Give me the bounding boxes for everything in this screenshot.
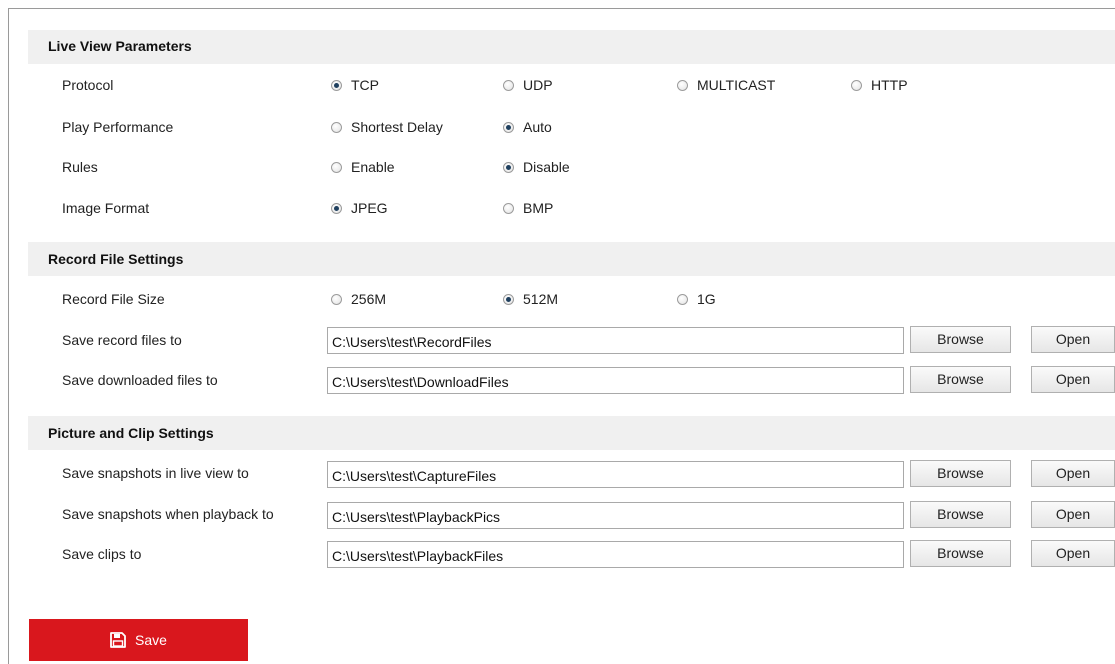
snapshot-playback-path-browse-button[interactable]: Browse (910, 501, 1011, 528)
download-path-open-button[interactable]: Open (1031, 366, 1115, 393)
rules-option-disable[interactable]: Disable (503, 159, 570, 175)
radio-checked-icon[interactable] (331, 79, 342, 91)
record-path-label: Save record files to (62, 332, 182, 348)
image-format-option-jpeg[interactable]: JPEG (331, 200, 388, 216)
image-format-label: Image Format (62, 200, 150, 216)
snapshot-playback-path-input[interactable] (327, 502, 904, 529)
floppy-disk-icon (110, 632, 126, 648)
record-file-size-label: Record File Size (62, 291, 165, 307)
clips-path-browse-button[interactable]: Browse (910, 540, 1011, 567)
radio-unchecked-icon[interactable] (331, 293, 342, 305)
radio-unchecked-icon[interactable] (677, 79, 688, 91)
clips-path-open-button[interactable]: Open (1031, 540, 1115, 567)
record-file-size-option-512m[interactable]: 512M (503, 291, 558, 307)
play-performance-label: Play Performance (62, 119, 174, 135)
rules-label: Rules (62, 159, 98, 175)
record-path-open-button[interactable]: Open (1031, 326, 1115, 353)
protocol-option-tcp[interactable]: TCP (331, 77, 379, 93)
snapshot-playback-path-label: Save snapshots when playback to (62, 506, 274, 522)
section-title-picture-clip: Picture and Clip Settings (48, 425, 214, 441)
save-button[interactable]: Save (29, 619, 248, 661)
save-button-label: Save (135, 632, 167, 648)
rules-option-enable[interactable]: Enable (331, 159, 395, 175)
radio-unchecked-icon[interactable] (851, 79, 862, 91)
radio-checked-icon[interactable] (503, 121, 514, 133)
snapshot-live-path-label: Save snapshots in live view to (62, 465, 249, 481)
radio-unchecked-icon[interactable] (331, 121, 342, 133)
record-path-browse-button[interactable]: Browse (910, 326, 1011, 353)
download-path-input[interactable] (327, 367, 904, 394)
download-path-browse-button[interactable]: Browse (910, 366, 1011, 393)
radio-unchecked-icon[interactable] (503, 202, 514, 214)
protocol-option-http[interactable]: HTTP (851, 77, 908, 93)
radio-unchecked-icon[interactable] (677, 293, 688, 305)
record-file-size-option-1g[interactable]: 1G (677, 291, 716, 307)
snapshot-live-path-browse-button[interactable]: Browse (910, 460, 1011, 487)
section-title-live-view: Live View Parameters (48, 38, 192, 54)
radio-checked-icon[interactable] (503, 293, 514, 305)
protocol-option-multicast[interactable]: MULTICAST (677, 77, 775, 93)
radio-checked-icon[interactable] (331, 202, 342, 214)
snapshot-live-path-input[interactable] (327, 461, 904, 488)
section-header-record-file (28, 242, 1115, 276)
play-performance-option-shortest-delay[interactable]: Shortest Delay (331, 119, 443, 135)
radio-unchecked-icon[interactable] (503, 79, 514, 91)
clips-path-label: Save clips to (62, 546, 142, 562)
snapshot-live-path-open-button[interactable]: Open (1031, 460, 1115, 487)
snapshot-playback-path-open-button[interactable]: Open (1031, 501, 1115, 528)
play-performance-option-auto[interactable]: Auto (503, 119, 552, 135)
protocol-label: Protocol (62, 77, 114, 93)
download-path-label: Save downloaded files to (62, 372, 218, 388)
image-format-option-bmp[interactable]: BMP (503, 200, 553, 216)
clips-path-input[interactable] (327, 541, 904, 568)
protocol-option-udp[interactable]: UDP (503, 77, 553, 93)
section-title-record-file: Record File Settings (48, 251, 184, 267)
radio-unchecked-icon[interactable] (331, 161, 342, 173)
record-path-input[interactable] (327, 327, 904, 354)
radio-checked-icon[interactable] (503, 161, 514, 173)
record-file-size-option-256m[interactable]: 256M (331, 291, 386, 307)
